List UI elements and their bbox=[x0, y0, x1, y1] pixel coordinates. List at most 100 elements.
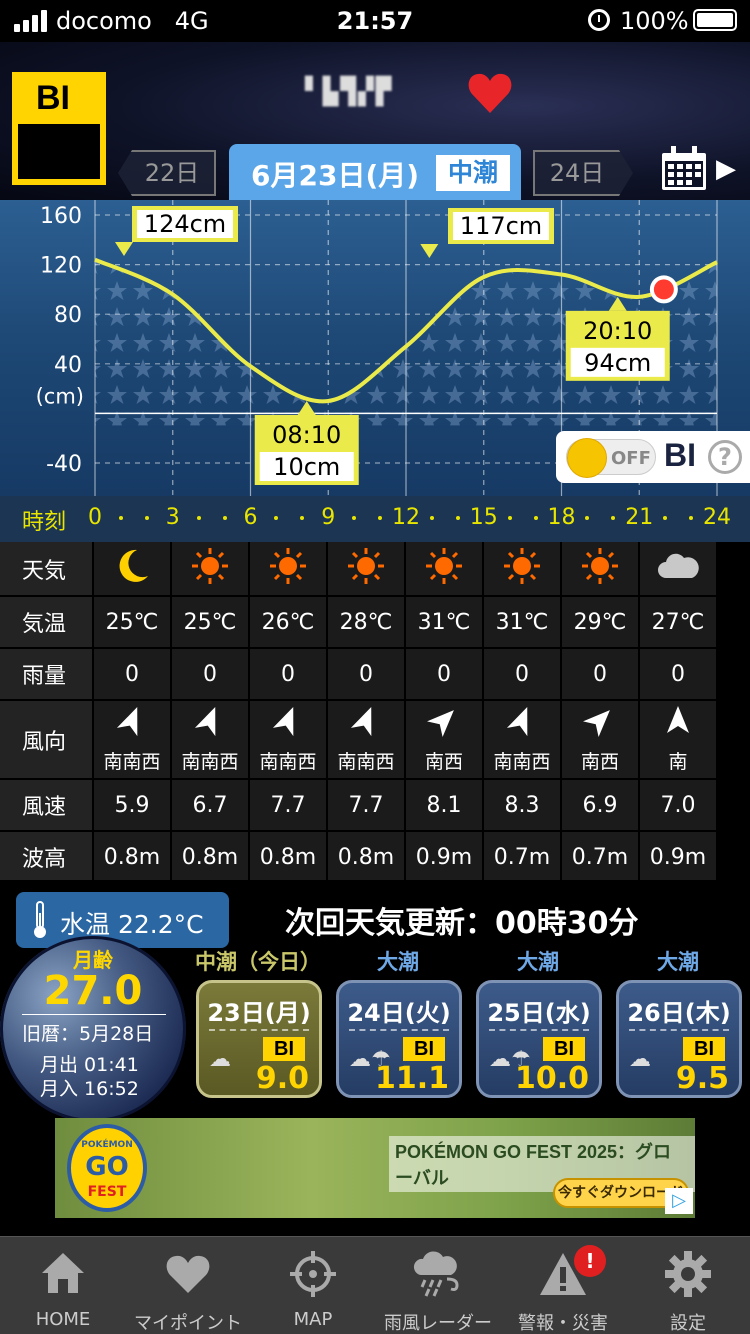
tide-callout: 124cm bbox=[115, 206, 238, 256]
time-axis-row: 時刻 0 3 6 9 12 15 18 21 24 bbox=[0, 496, 750, 542]
time-dot bbox=[611, 516, 616, 520]
ad-choices-icon[interactable]: ▷ bbox=[665, 1188, 693, 1214]
bi-value: 10.0 bbox=[514, 1061, 589, 1096]
temp-cell: 31℃ bbox=[484, 597, 560, 647]
moonset-time: 月入 16:52 bbox=[40, 1078, 139, 1100]
wave-cell: 0.7m bbox=[562, 832, 638, 882]
row-label: 天気 bbox=[0, 542, 92, 595]
row-label: 風向 bbox=[0, 701, 92, 778]
time-tick: 12 bbox=[392, 505, 420, 530]
y-axis-label: (cm) bbox=[36, 384, 84, 408]
nav-item-3[interactable]: 雨風レーダー bbox=[375, 1237, 501, 1334]
wind-dir-label: 南西 bbox=[424, 751, 463, 773]
bi-badge: BI bbox=[403, 1037, 445, 1061]
temp-cell: 28℃ bbox=[328, 597, 404, 647]
rain-cell: 0 bbox=[250, 649, 326, 699]
sun-icon bbox=[502, 546, 542, 592]
wind-arrow-icon bbox=[665, 705, 691, 741]
nav-item-0[interactable]: HOME bbox=[0, 1237, 126, 1334]
nav-item-4[interactable]: 警報・災害! bbox=[500, 1237, 626, 1334]
time-dot bbox=[274, 516, 279, 520]
wind-arrow-icon bbox=[194, 705, 223, 741]
next-day-tab[interactable]: 24日 bbox=[533, 150, 633, 196]
prev-day-tab[interactable]: 22日 bbox=[118, 150, 216, 196]
wind-speed-cell: 8.3 bbox=[484, 780, 560, 830]
moon-age-value: 27.0 bbox=[43, 968, 143, 1014]
time-tick: 9 bbox=[321, 505, 336, 530]
callout-height: 94cm bbox=[584, 349, 651, 377]
wind-arrow-icon bbox=[506, 705, 535, 741]
alarm-icon bbox=[588, 9, 610, 31]
time-dot bbox=[196, 516, 201, 520]
bi-toggle[interactable]: OFF BI ? bbox=[556, 431, 750, 483]
time-dot bbox=[222, 516, 227, 520]
temp-cell: 31℃ bbox=[406, 597, 482, 647]
time-dot bbox=[533, 516, 538, 520]
current-time-dot bbox=[653, 279, 674, 300]
tide-callout: 117cm bbox=[420, 208, 554, 258]
temp-cell: 29℃ bbox=[562, 597, 638, 647]
calendar-arrow-icon[interactable]: ▶ bbox=[716, 154, 736, 184]
wind-speed-cell: 6.7 bbox=[172, 780, 248, 830]
sun-icon bbox=[346, 546, 386, 592]
day-weather-icon: ☁ bbox=[209, 1047, 231, 1072]
water-temp-badge: 水温 22.2°C bbox=[16, 892, 229, 948]
bi-toggle-switch[interactable]: OFF bbox=[566, 438, 656, 478]
time-dot bbox=[144, 516, 149, 520]
nav-label: MAP bbox=[293, 1309, 333, 1330]
day-tide-label: 大潮 bbox=[517, 950, 559, 974]
day-card-date: 23日(月) bbox=[207, 999, 311, 1027]
day-card-date: 25日(水) bbox=[487, 999, 591, 1027]
help-icon[interactable]: ? bbox=[708, 440, 742, 474]
bottom-nav: HOME マイポイント MAP 雨風レーダー 警報・災害! 設定 bbox=[0, 1236, 750, 1334]
cloud-icon bbox=[656, 548, 700, 590]
wind-dir-label: 南西 bbox=[580, 751, 619, 773]
weather-cell bbox=[562, 542, 638, 595]
wind-dir-label: 南南西 bbox=[337, 751, 395, 773]
callout-time: 08:10 bbox=[272, 421, 341, 449]
current-day-tab[interactable]: 6月23日(月) 中潮 bbox=[229, 144, 521, 202]
day-card[interactable]: 26日(木) ☁ BI 9.5 bbox=[616, 980, 742, 1098]
day-tide-label: 中潮（今日） bbox=[195, 950, 321, 974]
old-calendar-date: 旧暦：5月28日 bbox=[22, 1023, 154, 1045]
callout-height: 117cm bbox=[460, 212, 542, 240]
wind-arrow-icon bbox=[116, 705, 145, 741]
temp-cell: 26℃ bbox=[250, 597, 326, 647]
wind-dir-label: 南南西 bbox=[103, 751, 161, 773]
time-tick: 18 bbox=[547, 505, 576, 530]
calendar-icon[interactable] bbox=[660, 146, 708, 192]
wind-arrow-icon bbox=[272, 705, 301, 741]
time-dot bbox=[378, 516, 383, 520]
rain-cell: 0 bbox=[562, 649, 638, 699]
favorite-heart-icon[interactable] bbox=[466, 69, 514, 117]
wind-arrow-icon bbox=[350, 705, 379, 741]
y-tick-label: -40 bbox=[46, 452, 82, 477]
time-tick: 24 bbox=[703, 505, 731, 530]
time-dot bbox=[300, 516, 305, 520]
moonrise-time: 月出 01:41 bbox=[40, 1054, 139, 1076]
toggle-state: OFF bbox=[611, 448, 651, 469]
moon-age-panel[interactable]: 月齢 27.0 旧暦：5月28日 月出 01:41 月入 16:52 bbox=[0, 936, 186, 1122]
wind-speed-cell: 7.7 bbox=[328, 780, 404, 830]
day-card[interactable]: 23日(月) ☁ BI 9.0 bbox=[196, 980, 322, 1098]
wind-dir-label: 南南西 bbox=[259, 751, 317, 773]
day-card[interactable]: 25日(水) ☁☂ BI 10.0 bbox=[476, 980, 602, 1098]
next-update-text: 次回天気更新：00時30分 bbox=[285, 906, 639, 941]
nav-item-1[interactable]: マイポイント bbox=[125, 1237, 251, 1334]
wave-cell: 0.8m bbox=[172, 832, 248, 882]
nav-label: 警報・災害 bbox=[518, 1313, 608, 1334]
ad-banner[interactable]: POKÉMON GO FEST POKÉMON GO FEST 2025：グロー… bbox=[55, 1118, 695, 1218]
weather-cell bbox=[172, 542, 248, 595]
nav-item-5[interactable]: 設定 bbox=[625, 1237, 750, 1334]
row-label: 気温 bbox=[0, 597, 92, 647]
bi-badge: BI bbox=[263, 1037, 305, 1061]
wind-dir-label: 南南西 bbox=[181, 751, 239, 773]
wave-cell: 0.8m bbox=[328, 832, 404, 882]
nav-item-2[interactable]: MAP bbox=[250, 1237, 376, 1334]
day-card-date: 24日(火) bbox=[347, 999, 451, 1027]
bi-logo[interactable]: BI bbox=[12, 72, 106, 185]
nav-label: HOME bbox=[35, 1309, 91, 1330]
day-card[interactable]: 24日(火) ☁☂ BI 11.1 bbox=[336, 980, 462, 1098]
callout-height: 10cm bbox=[273, 453, 340, 481]
temp-cell: 25℃ bbox=[94, 597, 170, 647]
